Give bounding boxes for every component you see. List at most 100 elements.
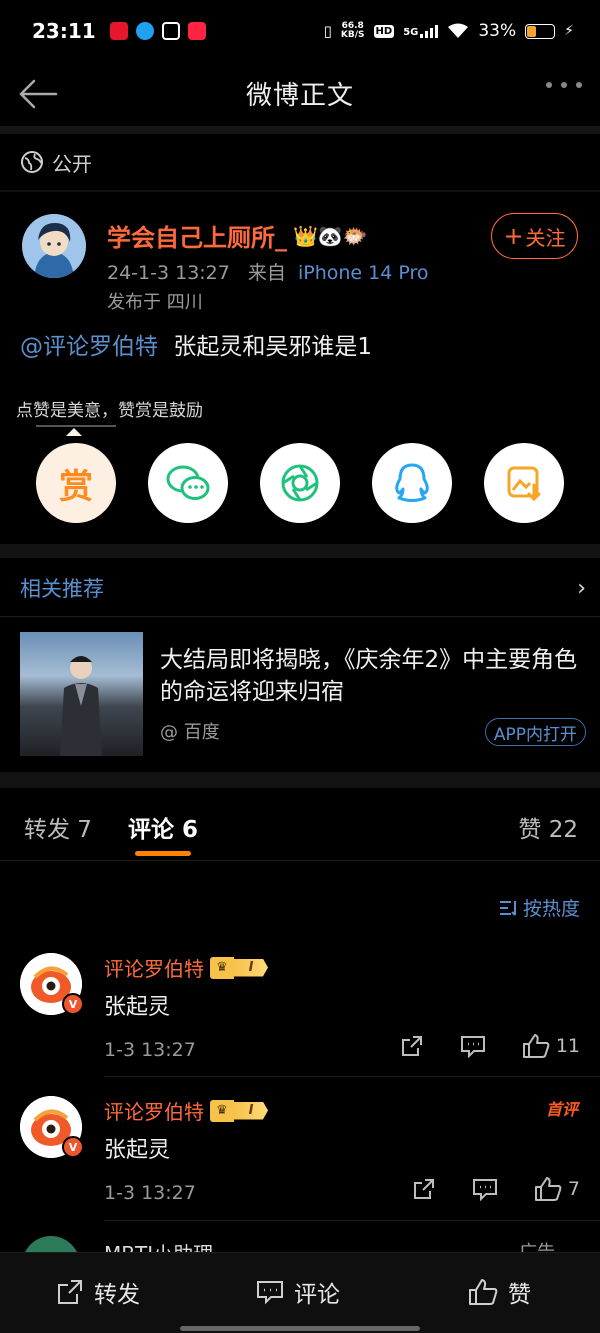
reward-button[interactable]: 赏 — [36, 443, 116, 523]
share-out-icon — [401, 1036, 422, 1056]
crown-icon: ♛ — [210, 1099, 234, 1122]
author-name[interactable]: 学会自己上厕所_ 👑🐼🐡 — [107, 218, 368, 253]
comment-item: V 评论罗伯特 ♛ I 首评 张起灵 1-3 13:27 7 — [0, 1096, 600, 1226]
author-name-text: 学会自己上厕所_ — [107, 224, 287, 252]
share-moments-button[interactable] — [260, 443, 340, 523]
signal-indicator: 5G — [403, 24, 439, 38]
like-button[interactable]: 赞 — [468, 1275, 531, 1309]
next-comment-peek: MBTI小助理 广告 ⌄ — [0, 1230, 600, 1254]
reward-label: 赏 — [59, 466, 93, 507]
author-avatar-illustration — [22, 214, 86, 278]
post-location: 发布于 四川 — [107, 292, 203, 313]
wifi-icon — [448, 23, 469, 38]
tab-likes[interactable]: 赞 22 — [518, 810, 578, 844]
save-image-button[interactable] — [484, 443, 564, 523]
verified-v-badge: V — [62, 1136, 84, 1158]
divider — [104, 1220, 600, 1221]
post-mention-link[interactable]: @评论罗伯特 — [20, 334, 158, 360]
net-speed: 66.8 KB/S — [341, 22, 365, 40]
chevron-right-icon: › — [577, 575, 586, 601]
net-speed-unit: KB/S — [340, 30, 365, 40]
battery-fill — [527, 25, 536, 37]
divider — [104, 1076, 600, 1077]
thumbs-up-icon — [522, 1034, 550, 1058]
status-bar: 23:11 ▯ 66.8 KB/S HD 5G 33% ⚡ — [0, 0, 600, 62]
battery-percent: 33% — [478, 21, 517, 41]
signal-bars-icon — [420, 24, 439, 38]
like-label: 赞 — [508, 1282, 531, 1308]
like-comment-button[interactable]: 7 — [534, 1176, 580, 1202]
related-thumbnail — [20, 632, 143, 756]
interaction-tabs: 转发 7 评论 6 赞 22 — [0, 792, 600, 862]
author-emoji-badges: 👑🐼🐡 — [293, 223, 368, 248]
tip-pointer — [66, 428, 82, 436]
commenter-name-text: 评论罗伯特 — [104, 1100, 204, 1124]
tab-comments[interactable]: 评论 6 — [128, 810, 198, 844]
like-count: 11 — [555, 1035, 580, 1057]
post-device[interactable]: iPhone 14 Pro — [298, 262, 429, 284]
wechat-icon — [166, 465, 210, 500]
comment-bubble-icon — [460, 1036, 485, 1058]
tip-underline — [36, 425, 116, 427]
author-avatar[interactable] — [22, 214, 86, 278]
visibility-row: 公开 — [20, 142, 92, 182]
battery-icon — [525, 23, 556, 39]
open-in-app-button[interactable]: APP内打开 — [484, 718, 586, 746]
hd-badge: HD — [373, 24, 395, 38]
comment-label: 评论 — [294, 1282, 340, 1308]
moments-icon — [281, 464, 319, 502]
commenter-name-text: 评论罗伯特 — [104, 957, 204, 981]
like-count: 7 — [567, 1178, 580, 1200]
share-qq-button[interactable] — [372, 443, 452, 523]
share-wechat-button[interactable] — [148, 443, 228, 523]
bottom-action-bar: 转发 评论 赞 — [0, 1252, 600, 1333]
follow-button[interactable]: + 关注 — [491, 213, 578, 259]
commenter-name[interactable]: 评论罗伯特 ♛ I — [104, 1096, 268, 1125]
repost-button[interactable]: 转发 — [56, 1275, 140, 1309]
post-text: @评论罗伯特 张起灵和吴邪谁是1 — [20, 327, 372, 361]
sort-icon — [499, 900, 516, 916]
commenter-name[interactable]: 评论罗伯特 ♛ I — [104, 953, 268, 982]
divider — [0, 190, 600, 192]
repost-label: 转发 — [94, 1282, 140, 1308]
related-header[interactable]: 相关推荐 › — [20, 563, 586, 613]
reward-tip: 点赞是美意，赞赏是鼓励 — [16, 401, 203, 421]
weibo-notification-icon — [109, 22, 128, 40]
repost-comment-button[interactable] — [400, 1034, 424, 1058]
comment-actions: 11 — [364, 1033, 580, 1059]
tab-repost[interactable]: 转发 7 — [24, 810, 92, 844]
share-out-icon — [413, 1179, 434, 1199]
chat-notification-icon — [161, 22, 180, 40]
post-date: 24-1-3 13:27 — [107, 262, 230, 284]
divider — [0, 772, 600, 788]
more-options-icon[interactable] — [546, 82, 582, 88]
signal-label: 5G — [403, 27, 419, 38]
related-source: @ 百度 — [160, 722, 220, 743]
reply-comment-button[interactable] — [460, 1034, 486, 1058]
comment-time: 1-3 13:27 — [104, 1039, 196, 1061]
comment-button[interactable]: 评论 — [256, 1275, 340, 1309]
home-indicator[interactable] — [180, 1326, 420, 1331]
status-right: ▯ 66.8 KB/S HD 5G 33% ⚡ — [324, 21, 574, 41]
active-tab-indicator — [135, 851, 191, 856]
thumbs-up-icon — [469, 1279, 498, 1305]
comment-text: 张起灵 — [104, 1138, 171, 1163]
back-arrow-icon[interactable] — [16, 74, 60, 114]
fan-level-badge: ♛ I — [210, 956, 268, 979]
fan-level-badge: ♛ I — [210, 1099, 268, 1122]
related-card[interactable]: 大结局即将揭晓，《庆余年2》中主要角色的命运将迎来归宿 @ 百度 APP内打开 — [20, 632, 586, 758]
thumbs-up-icon — [534, 1177, 562, 1201]
qq-icon — [395, 463, 429, 502]
related-thumbnail-figure — [60, 656, 102, 756]
comment-actions: 7 — [376, 1176, 580, 1202]
post-source-prefix: 来自 — [247, 262, 286, 284]
sort-toggle[interactable]: 按热度 — [499, 894, 580, 921]
vibrate-icon: ▯ — [323, 22, 332, 40]
repost-comment-button[interactable] — [412, 1177, 436, 1201]
like-comment-button[interactable]: 11 — [522, 1033, 580, 1059]
post-body: 张起灵和吴邪谁是1 — [173, 334, 372, 360]
comment-item: V 评论罗伯特 ♛ I 张起灵 1-3 13:27 11 — [0, 953, 600, 1083]
qq-notification-icon — [135, 22, 154, 40]
comment-text: 张起灵 — [104, 995, 171, 1020]
reply-comment-button[interactable] — [472, 1177, 498, 1201]
